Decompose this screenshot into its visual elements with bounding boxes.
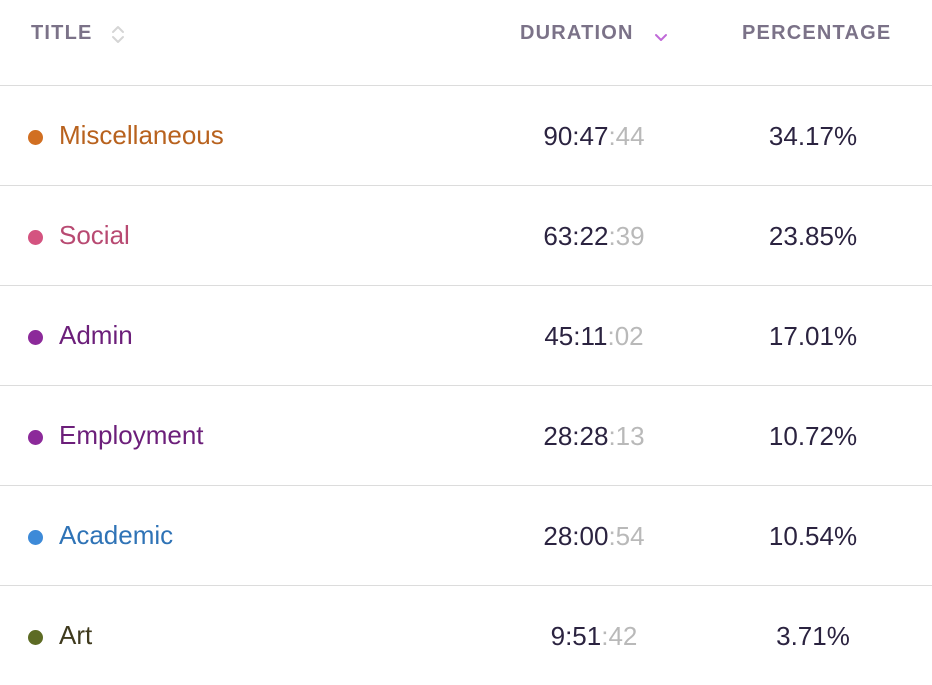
category-title[interactable]: Social bbox=[59, 220, 130, 251]
duration-value: 90:47:44 bbox=[530, 121, 658, 152]
percentage-value: 3.71% bbox=[776, 621, 850, 651]
category-duration-table: TITLE DURATION PERCENTAGE Miscellaneous 9… bbox=[0, 0, 932, 680]
duration-main: 9:51 bbox=[550, 621, 602, 651]
percentage-column-header[interactable]: PERCENTAGE bbox=[742, 22, 891, 45]
category-title[interactable]: Art bbox=[59, 620, 92, 651]
duration-main: 90:47 bbox=[543, 121, 609, 151]
category-title[interactable]: Academic bbox=[59, 520, 173, 551]
duration-main: 63:22 bbox=[543, 221, 609, 251]
table-body: Miscellaneous 90:47:44 34.17% Social 63:22:3… bbox=[0, 86, 932, 685]
duration-value: 45:11:02 bbox=[530, 321, 658, 352]
table-row[interactable]: Admin 45:11:02 17.01% bbox=[0, 286, 932, 386]
duration-value: 9:51:42 bbox=[530, 621, 658, 652]
category-title[interactable]: Miscellaneous bbox=[59, 120, 224, 151]
category-color-dot bbox=[28, 230, 43, 245]
duration-value: 28:00:54 bbox=[530, 521, 658, 552]
table-row[interactable]: Employment 28:28:13 10.72% bbox=[0, 386, 932, 486]
table-row[interactable]: Art 9:51:42 3.71% bbox=[0, 586, 932, 685]
category-color-dot bbox=[28, 130, 43, 145]
category-color-dot bbox=[28, 430, 43, 445]
duration-main: 28:28 bbox=[543, 421, 609, 451]
percentage-value: 23.85% bbox=[768, 221, 858, 251]
category-color-dot bbox=[28, 630, 43, 645]
duration-value: 28:28:13 bbox=[530, 421, 658, 452]
duration-seconds: :42 bbox=[601, 621, 638, 651]
duration-seconds: :54 bbox=[608, 521, 645, 551]
sort-unsorted-icon[interactable] bbox=[111, 23, 125, 45]
table-row[interactable]: Academic 28:00:54 10.54% bbox=[0, 486, 932, 586]
table-header: TITLE DURATION PERCENTAGE bbox=[0, 0, 932, 86]
table-row[interactable]: Social 63:22:39 23.85% bbox=[0, 186, 932, 286]
category-title[interactable]: Employment bbox=[59, 420, 204, 451]
percentage-header-label: PERCENTAGE bbox=[742, 22, 892, 44]
duration-main: 28:00 bbox=[543, 521, 609, 551]
table-row[interactable]: Miscellaneous 90:47:44 34.17% bbox=[0, 86, 932, 186]
percentage-value: 10.54% bbox=[768, 521, 858, 551]
percentage-value: 34.17% bbox=[768, 121, 858, 151]
duration-value: 63:22:39 bbox=[530, 221, 658, 252]
duration-column-header[interactable]: DURATION bbox=[520, 22, 668, 45]
duration-seconds: :02 bbox=[607, 321, 644, 351]
category-title[interactable]: Admin bbox=[59, 320, 133, 351]
duration-seconds: :39 bbox=[608, 221, 645, 251]
percentage-value: 10.72% bbox=[768, 421, 858, 451]
duration-seconds: :13 bbox=[608, 421, 645, 451]
title-header-label: TITLE bbox=[31, 22, 93, 44]
duration-header-label: DURATION bbox=[520, 22, 634, 44]
duration-main: 45:11 bbox=[544, 321, 608, 351]
duration-seconds: :44 bbox=[608, 121, 645, 151]
category-color-dot bbox=[28, 330, 43, 345]
percentage-value: 17.01% bbox=[768, 321, 858, 351]
sort-descending-icon[interactable] bbox=[654, 23, 668, 45]
category-color-dot bbox=[28, 530, 43, 545]
title-column-header[interactable]: TITLE bbox=[31, 22, 125, 45]
